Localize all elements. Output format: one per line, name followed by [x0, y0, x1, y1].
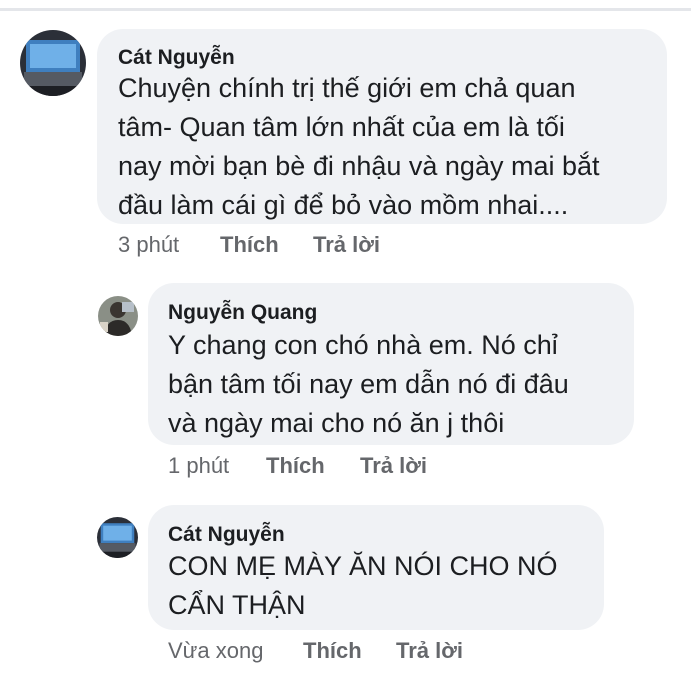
top-divider [0, 8, 691, 11]
like-button[interactable]: Thích [266, 453, 360, 479]
comment-meta: 3 phút Thích Trả lời [118, 232, 380, 258]
comment-bubble: Nguyễn Quang Y chang con chó nhà em. Nó … [148, 283, 634, 445]
avatar[interactable] [20, 30, 86, 96]
comment-time[interactable]: 1 phút [168, 453, 266, 479]
comment-text-line: và ngày mai cho nó ăn j thôi [168, 408, 505, 438]
comment-bubble: Cát Nguyễn CON MẸ MÀY ĂN NÓI CHO NÓ CẨN … [148, 505, 604, 630]
avatar-person-icon [98, 296, 138, 336]
comment-meta: Vừa xong Thích Trả lời [168, 638, 463, 664]
comment-text-line: nay mời bạn bè đi nhậu và ngày mai bắt [118, 151, 600, 181]
avatar[interactable] [98, 296, 138, 336]
comment-text: Chuyện chính trị thế giới em chả quan tâ… [118, 69, 600, 225]
like-button[interactable]: Thích [303, 638, 396, 664]
reply-button[interactable]: Trả lời [360, 453, 427, 479]
reply-button[interactable]: Trả lời [396, 638, 463, 664]
comment-text: CON MẸ MÀY ĂN NÓI CHO NÓ CẨN THẬN [168, 547, 558, 625]
comment-meta: 1 phút Thích Trả lời [168, 453, 427, 479]
avatar-laptop-icon [20, 30, 86, 96]
comment-author[interactable]: Cát Nguyễn [118, 46, 235, 70]
comment-bubble: Cát Nguyễn Chuyện chính trị thế giới em … [97, 29, 667, 224]
comment-time[interactable]: Vừa xong [168, 638, 303, 664]
comment-text-line: CẨN THẬN [168, 590, 306, 620]
comment-text-line: bận tâm tối nay em dẫn nó đi đâu [168, 369, 569, 399]
avatar-laptop-icon [97, 517, 138, 558]
comment-text-line: CON MẸ MÀY ĂN NÓI CHO NÓ [168, 551, 558, 581]
comment-author[interactable]: Nguyễn Quang [168, 301, 317, 325]
comment-text-line: tâm- Quan tâm lớn nhất của em là tối [118, 112, 565, 142]
comment-text: Y chang con chó nhà em. Nó chỉ bận tâm t… [168, 326, 569, 443]
comment-author[interactable]: Cát Nguyễn [168, 523, 285, 547]
like-button[interactable]: Thích [220, 232, 313, 258]
reply-button[interactable]: Trả lời [313, 232, 380, 258]
avatar[interactable] [97, 517, 138, 558]
comment-text-line: đầu làm cái gì để bỏ vào mồm nhai.... [118, 190, 569, 220]
comment-text-line: Chuyện chính trị thế giới em chả quan [118, 73, 576, 103]
comment-time[interactable]: 3 phút [118, 232, 220, 258]
comment-text-line: Y chang con chó nhà em. Nó chỉ [168, 330, 558, 360]
